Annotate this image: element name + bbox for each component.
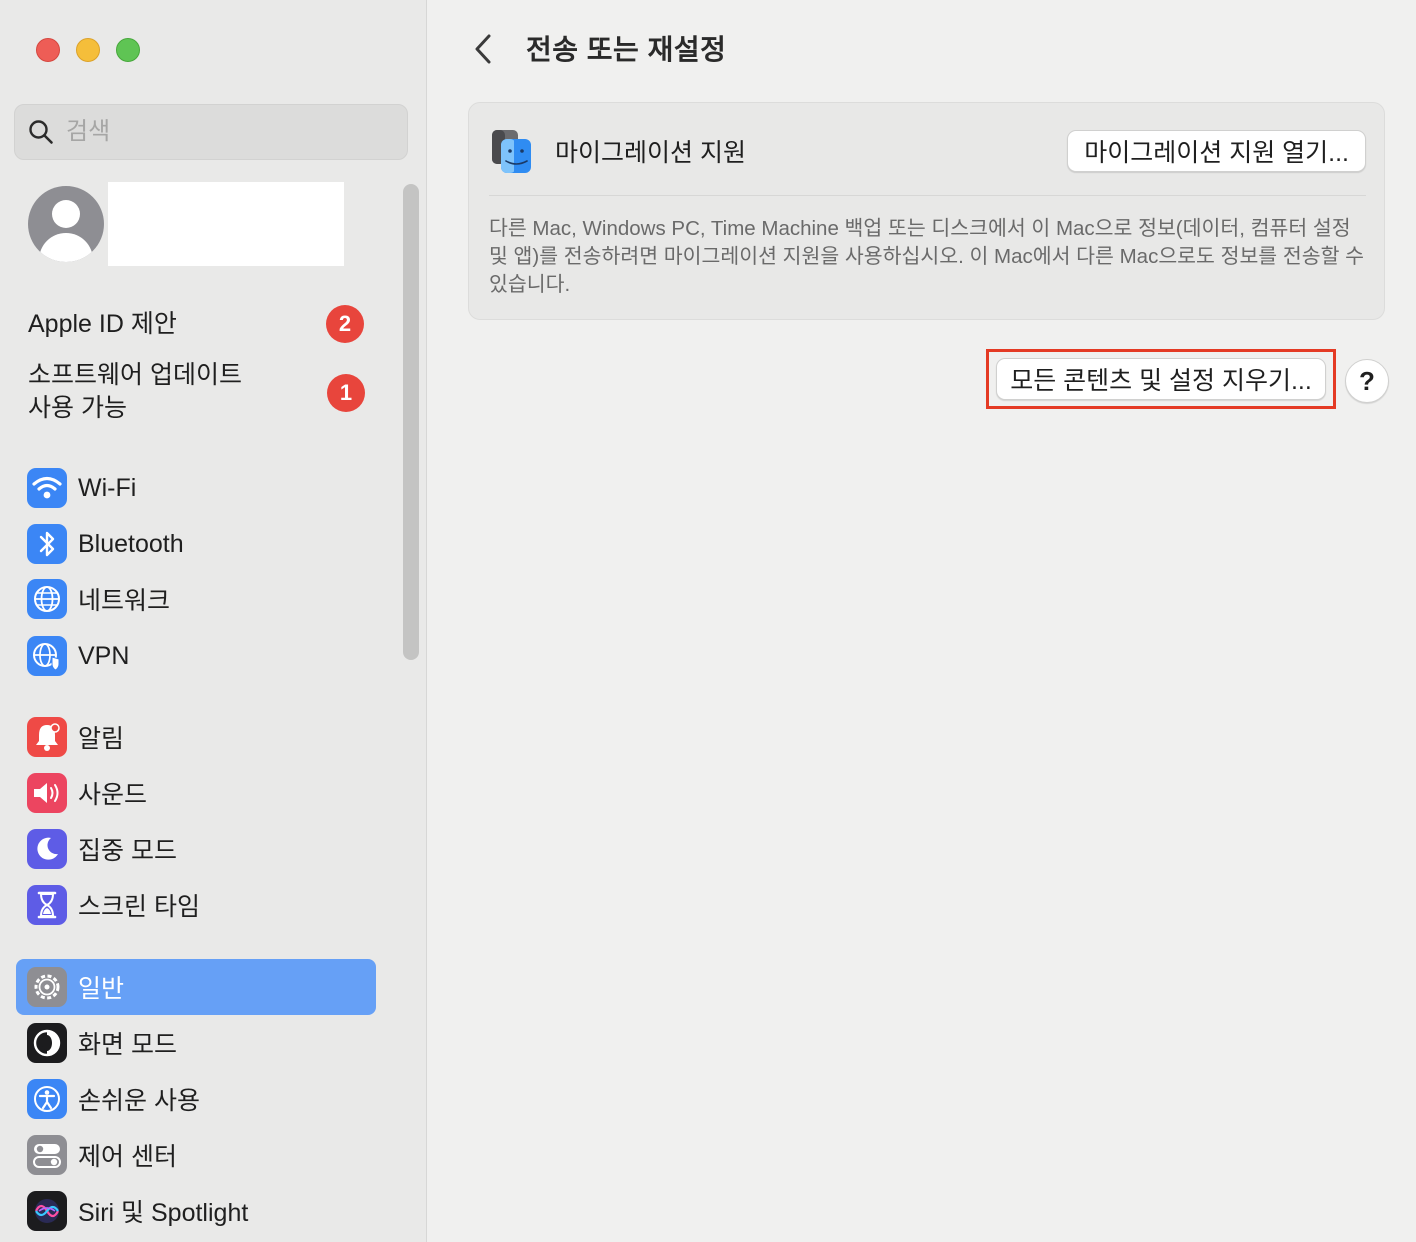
sidebar-item-label: 네트워크 [78,587,171,615]
sidebar-item-sound[interactable]: 사운드 [16,765,376,821]
gear-icon [27,967,67,1007]
back-button[interactable] [466,30,500,68]
sidebar-item-label: Wi-Fi [78,473,137,502]
migration-assistant-description: 다른 Mac, Windows PC, Time Machine 백업 또는 디… [489,217,1365,296]
window-controls [36,38,140,62]
search-input[interactable] [64,117,368,147]
apple-id-suggestions[interactable]: Apple ID 제안 [28,308,177,341]
sidebar-item-label: 스크린 타임 [78,893,200,921]
network-globe-icon [27,579,67,619]
sidebar-item-label: 손쉬운 사용 [78,1087,200,1115]
sidebar-item-general[interactable]: 일반 [16,959,376,1015]
migration-assistant-card: 마이그레이션 지원 마이그레이션 지원 열기... 다른 Mac, Window… [468,102,1385,320]
main-content: 전송 또는 재설정 마이그레이션 지원 마이그레이션 지원 열기... 다른 M… [428,0,1416,1242]
sidebar-item-bluetooth[interactable]: Bluetooth [16,516,376,572]
zoom-window-button[interactable] [116,38,140,62]
sidebar-item-screen-time[interactable]: 스크린 타임 [16,877,376,933]
hourglass-icon [27,885,67,925]
software-update-label-line2: 사용 가능 [28,394,127,422]
sidebar: Apple ID 제안 2 소프트웨어 업데이트 사용 가능 1 Wi-Fi [0,0,427,1242]
vpn-globe-icon [27,636,67,676]
minimize-window-button[interactable] [76,38,100,62]
appearance-icon [27,1023,67,1063]
sidebar-item-notifications[interactable]: 알림 [16,709,376,765]
system-settings-window: Apple ID 제안 2 소프트웨어 업데이트 사용 가능 1 Wi-Fi [0,0,1416,1242]
migration-assistant-icon [492,130,531,173]
sidebar-item-label: 일반 [78,975,125,1003]
close-window-button[interactable] [36,38,60,62]
sidebar-item-network[interactable]: 네트워크 [16,571,376,627]
sidebar-item-label: 사운드 [78,781,148,809]
sidebar-item-vpn[interactable]: VPN [16,628,376,684]
sidebar-item-label: Bluetooth [78,529,184,558]
sidebar-item-label: 화면 모드 [78,1031,177,1059]
software-update-badge: 1 [327,374,365,412]
siri-icon [27,1191,67,1231]
erase-button-highlight: 모든 콘텐츠 및 설정 지우기... [986,349,1336,409]
software-update-available[interactable]: 소프트웨어 업데이트 사용 가능 [28,359,242,425]
sidebar-item-control-center[interactable]: 제어 센터 [16,1127,376,1183]
sidebar-item-label: Siri 및 Spotlight [78,1199,249,1227]
migration-assistant-title: 마이그레이션 지원 [555,139,746,167]
profile-name-redacted [108,182,344,266]
toggles-icon [27,1135,67,1175]
search-field[interactable] [14,104,408,160]
sidebar-item-accessibility[interactable]: 손쉬운 사용 [16,1071,376,1127]
divider [489,195,1366,196]
migration-assistant-row: 마이그레이션 지원 마이그레이션 지원 열기... [489,123,1366,179]
sidebar-item-label: 제어 센터 [78,1143,177,1171]
sidebar-scrollbar[interactable] [403,184,419,660]
speaker-icon [27,773,67,813]
sidebar-item-siri-spotlight[interactable]: Siri 및 Spotlight [16,1183,376,1239]
sidebar-item-label: VPN [78,641,130,670]
help-button[interactable]: ? [1345,359,1389,403]
sidebar-item-label: 알림 [78,725,125,753]
apple-id-profile[interactable] [28,182,344,266]
apple-id-suggestions-label: Apple ID 제안 [28,310,177,338]
search-icon [29,120,53,144]
apple-id-suggestions-badge: 2 [326,305,364,343]
sidebar-item-wifi[interactable]: Wi-Fi [16,460,376,516]
sidebar-item-label: 집중 모드 [78,837,177,865]
wifi-icon [27,468,67,508]
sidebar-item-focus[interactable]: 집중 모드 [16,821,376,877]
erase-all-content-button[interactable]: 모든 콘텐츠 및 설정 지우기... [996,358,1326,400]
avatar [28,186,104,262]
open-migration-assistant-button[interactable]: 마이그레이션 지원 열기... [1067,130,1366,172]
bluetooth-icon [27,524,67,564]
chevron-left-icon [475,34,491,64]
software-update-label-line1: 소프트웨어 업데이트 [28,361,242,389]
sidebar-item-appearance[interactable]: 화면 모드 [16,1015,376,1071]
accessibility-icon [27,1079,67,1119]
page-title: 전송 또는 재설정 [526,34,727,65]
bell-icon [27,717,67,757]
moon-icon [27,829,67,869]
